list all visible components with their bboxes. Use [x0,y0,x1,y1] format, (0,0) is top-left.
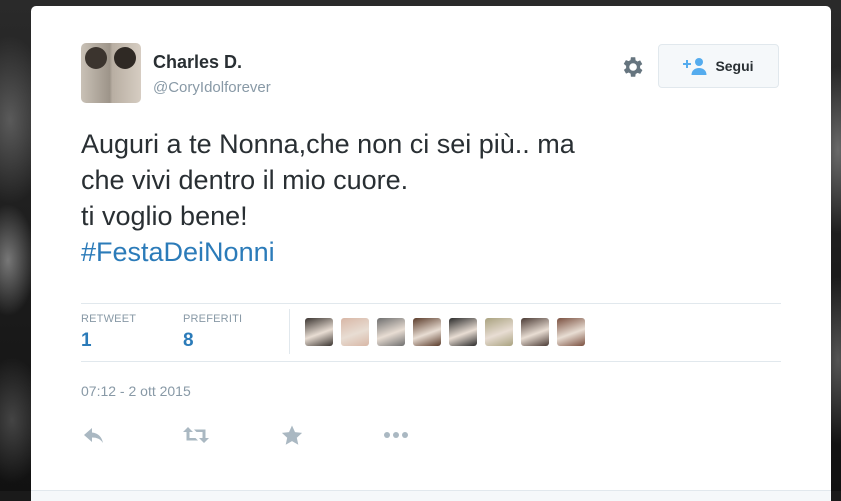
favoriter-avatar[interactable] [521,318,549,346]
gear-icon[interactable] [619,54,645,80]
follow-button[interactable]: Segui [658,44,779,88]
retweet-count[interactable]: 1 [81,330,92,352]
divider [81,361,781,362]
favorited-by-avatars [305,318,585,346]
user-name[interactable]: Charles D. [153,52,242,73]
hashtag-link[interactable]: #FestaDeiNonni [81,234,781,270]
tweet-line: ti voglio bene! [81,201,248,231]
retweet-icon[interactable] [183,424,209,446]
favoriter-avatar[interactable] [449,318,477,346]
retweet-label[interactable]: RETWEET [81,313,136,325]
divider [289,309,290,354]
tweet-line: che vivi dentro il mio cuore. [81,165,409,195]
favoriter-avatar[interactable] [485,318,513,346]
timestamp[interactable]: 07:12 - 2 ott 2015 [81,383,191,399]
favorite-icon[interactable] [279,424,305,446]
tweet-card: Charles D. @CoryIdolforever Segui Auguri… [31,6,831,501]
tweet-line: Auguri a te Nonna,che non ci sei più.. m… [81,129,575,159]
card-footer [31,490,831,501]
follow-label: Segui [715,58,754,74]
favorites-count[interactable]: 8 [183,330,194,352]
favoriter-avatar[interactable] [341,318,369,346]
tweet-text: Auguri a te Nonna,che non ci sei più.. m… [81,126,781,270]
favorites-label[interactable]: PREFERITI [183,313,242,325]
favoriter-avatar[interactable] [413,318,441,346]
user-handle[interactable]: @CoryIdolforever [153,79,271,96]
favoriter-avatar[interactable] [377,318,405,346]
reply-icon[interactable] [81,424,107,446]
divider [81,303,781,304]
favoriter-avatar[interactable] [557,318,585,346]
add-user-icon [683,57,707,75]
more-icon[interactable] [383,424,409,446]
favoriter-avatar[interactable] [305,318,333,346]
avatar[interactable] [81,43,141,103]
